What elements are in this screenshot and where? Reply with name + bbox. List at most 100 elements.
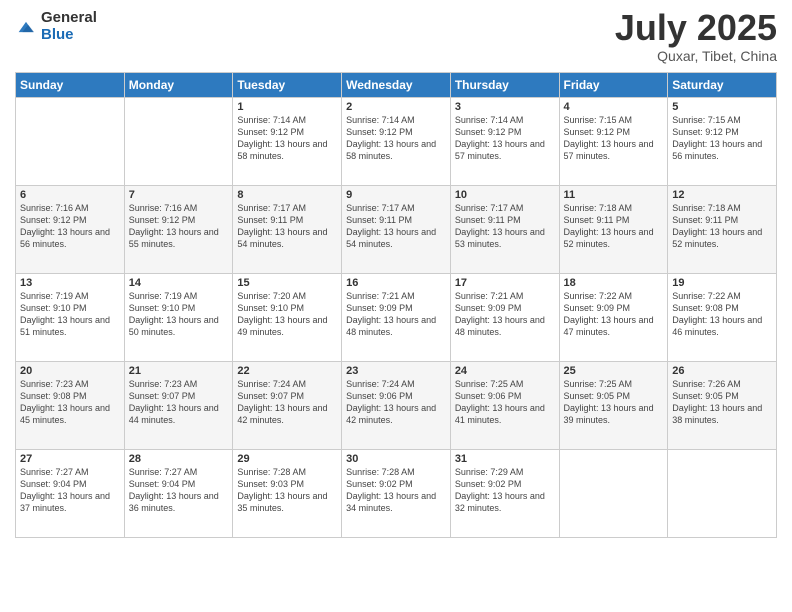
calendar-cell-w4-d6: 25Sunrise: 7:25 AM Sunset: 9:05 PM Dayli… — [559, 362, 668, 450]
day-number: 15 — [237, 277, 337, 289]
day-number: 7 — [129, 189, 229, 201]
day-number: 11 — [564, 189, 664, 201]
cell-info: Sunrise: 7:26 AM Sunset: 9:05 PM Dayligh… — [672, 378, 772, 427]
header-monday: Monday — [124, 73, 233, 98]
day-number: 8 — [237, 189, 337, 201]
cell-info: Sunrise: 7:21 AM Sunset: 9:09 PM Dayligh… — [455, 290, 555, 339]
header-thursday: Thursday — [450, 73, 559, 98]
header: General Blue July 2025 Quxar, Tibet, Chi… — [15, 10, 777, 64]
day-number: 27 — [20, 453, 120, 465]
day-number: 29 — [237, 453, 337, 465]
calendar-cell-w2-d6: 11Sunrise: 7:18 AM Sunset: 9:11 PM Dayli… — [559, 186, 668, 274]
cell-info: Sunrise: 7:17 AM Sunset: 9:11 PM Dayligh… — [237, 202, 337, 251]
logo-text: General Blue — [41, 10, 97, 43]
cell-info: Sunrise: 7:23 AM Sunset: 9:08 PM Dayligh… — [20, 378, 120, 427]
logo-blue: Blue — [41, 27, 97, 44]
day-number: 5 — [672, 101, 772, 113]
week-row-1: 1Sunrise: 7:14 AM Sunset: 9:12 PM Daylig… — [16, 98, 777, 186]
calendar-cell-w2-d3: 8Sunrise: 7:17 AM Sunset: 9:11 PM Daylig… — [233, 186, 342, 274]
day-number: 3 — [455, 101, 555, 113]
cell-info: Sunrise: 7:19 AM Sunset: 9:10 PM Dayligh… — [129, 290, 229, 339]
week-row-3: 13Sunrise: 7:19 AM Sunset: 9:10 PM Dayli… — [16, 274, 777, 362]
day-number: 10 — [455, 189, 555, 201]
weekday-header-row: Sunday Monday Tuesday Wednesday Thursday… — [16, 73, 777, 98]
cell-info: Sunrise: 7:14 AM Sunset: 9:12 PM Dayligh… — [455, 114, 555, 163]
calendar-cell-w2-d2: 7Sunrise: 7:16 AM Sunset: 9:12 PM Daylig… — [124, 186, 233, 274]
calendar-cell-w1-d3: 1Sunrise: 7:14 AM Sunset: 9:12 PM Daylig… — [233, 98, 342, 186]
day-number: 22 — [237, 365, 337, 377]
cell-info: Sunrise: 7:18 AM Sunset: 9:11 PM Dayligh… — [672, 202, 772, 251]
calendar-cell-w4-d3: 22Sunrise: 7:24 AM Sunset: 9:07 PM Dayli… — [233, 362, 342, 450]
day-number: 24 — [455, 365, 555, 377]
header-wednesday: Wednesday — [342, 73, 451, 98]
cell-info: Sunrise: 7:28 AM Sunset: 9:02 PM Dayligh… — [346, 466, 446, 515]
calendar-cell-w2-d4: 9Sunrise: 7:17 AM Sunset: 9:11 PM Daylig… — [342, 186, 451, 274]
day-number: 9 — [346, 189, 446, 201]
day-number: 26 — [672, 365, 772, 377]
calendar-cell-w3-d5: 17Sunrise: 7:21 AM Sunset: 9:09 PM Dayli… — [450, 274, 559, 362]
calendar-cell-w1-d4: 2Sunrise: 7:14 AM Sunset: 9:12 PM Daylig… — [342, 98, 451, 186]
calendar-cell-w5-d7 — [668, 450, 777, 538]
cell-info: Sunrise: 7:28 AM Sunset: 9:03 PM Dayligh… — [237, 466, 337, 515]
day-number: 18 — [564, 277, 664, 289]
calendar-cell-w5-d6 — [559, 450, 668, 538]
cell-info: Sunrise: 7:17 AM Sunset: 9:11 PM Dayligh… — [346, 202, 446, 251]
calendar-cell-w5-d2: 28Sunrise: 7:27 AM Sunset: 9:04 PM Dayli… — [124, 450, 233, 538]
cell-info: Sunrise: 7:29 AM Sunset: 9:02 PM Dayligh… — [455, 466, 555, 515]
cell-info: Sunrise: 7:24 AM Sunset: 9:06 PM Dayligh… — [346, 378, 446, 427]
day-number: 14 — [129, 277, 229, 289]
cell-info: Sunrise: 7:27 AM Sunset: 9:04 PM Dayligh… — [129, 466, 229, 515]
title-area: July 2025 Quxar, Tibet, China — [615, 10, 777, 64]
day-number: 31 — [455, 453, 555, 465]
calendar-page: General Blue July 2025 Quxar, Tibet, Chi… — [0, 0, 792, 612]
cell-info: Sunrise: 7:22 AM Sunset: 9:08 PM Dayligh… — [672, 290, 772, 339]
day-number: 2 — [346, 101, 446, 113]
logo-icon — [15, 16, 37, 38]
calendar-cell-w4-d4: 23Sunrise: 7:24 AM Sunset: 9:06 PM Dayli… — [342, 362, 451, 450]
logo-general: General — [41, 10, 97, 27]
cell-info: Sunrise: 7:15 AM Sunset: 9:12 PM Dayligh… — [564, 114, 664, 163]
calendar-cell-w1-d5: 3Sunrise: 7:14 AM Sunset: 9:12 PM Daylig… — [450, 98, 559, 186]
calendar-cell-w2-d1: 6Sunrise: 7:16 AM Sunset: 9:12 PM Daylig… — [16, 186, 125, 274]
calendar-cell-w1-d2 — [124, 98, 233, 186]
calendar-cell-w5-d1: 27Sunrise: 7:27 AM Sunset: 9:04 PM Dayli… — [16, 450, 125, 538]
calendar-cell-w4-d2: 21Sunrise: 7:23 AM Sunset: 9:07 PM Dayli… — [124, 362, 233, 450]
calendar-cell-w1-d7: 5Sunrise: 7:15 AM Sunset: 9:12 PM Daylig… — [668, 98, 777, 186]
calendar-cell-w2-d7: 12Sunrise: 7:18 AM Sunset: 9:11 PM Dayli… — [668, 186, 777, 274]
week-row-5: 27Sunrise: 7:27 AM Sunset: 9:04 PM Dayli… — [16, 450, 777, 538]
cell-info: Sunrise: 7:20 AM Sunset: 9:10 PM Dayligh… — [237, 290, 337, 339]
cell-info: Sunrise: 7:25 AM Sunset: 9:05 PM Dayligh… — [564, 378, 664, 427]
day-number: 13 — [20, 277, 120, 289]
header-tuesday: Tuesday — [233, 73, 342, 98]
cell-info: Sunrise: 7:25 AM Sunset: 9:06 PM Dayligh… — [455, 378, 555, 427]
cell-info: Sunrise: 7:15 AM Sunset: 9:12 PM Dayligh… — [672, 114, 772, 163]
day-number: 6 — [20, 189, 120, 201]
cell-info: Sunrise: 7:17 AM Sunset: 9:11 PM Dayligh… — [455, 202, 555, 251]
day-number: 21 — [129, 365, 229, 377]
calendar-cell-w3-d2: 14Sunrise: 7:19 AM Sunset: 9:10 PM Dayli… — [124, 274, 233, 362]
calendar-cell-w3-d7: 19Sunrise: 7:22 AM Sunset: 9:08 PM Dayli… — [668, 274, 777, 362]
cell-info: Sunrise: 7:23 AM Sunset: 9:07 PM Dayligh… — [129, 378, 229, 427]
cell-info: Sunrise: 7:14 AM Sunset: 9:12 PM Dayligh… — [237, 114, 337, 163]
calendar-cell-w3-d3: 15Sunrise: 7:20 AM Sunset: 9:10 PM Dayli… — [233, 274, 342, 362]
calendar-cell-w3-d6: 18Sunrise: 7:22 AM Sunset: 9:09 PM Dayli… — [559, 274, 668, 362]
calendar-cell-w4-d7: 26Sunrise: 7:26 AM Sunset: 9:05 PM Dayli… — [668, 362, 777, 450]
calendar-cell-w3-d1: 13Sunrise: 7:19 AM Sunset: 9:10 PM Dayli… — [16, 274, 125, 362]
day-number: 30 — [346, 453, 446, 465]
cell-info: Sunrise: 7:21 AM Sunset: 9:09 PM Dayligh… — [346, 290, 446, 339]
calendar-cell-w3-d4: 16Sunrise: 7:21 AM Sunset: 9:09 PM Dayli… — [342, 274, 451, 362]
cell-info: Sunrise: 7:24 AM Sunset: 9:07 PM Dayligh… — [237, 378, 337, 427]
cell-info: Sunrise: 7:27 AM Sunset: 9:04 PM Dayligh… — [20, 466, 120, 515]
day-number: 12 — [672, 189, 772, 201]
logo: General Blue — [15, 10, 97, 43]
day-number: 19 — [672, 277, 772, 289]
calendar-cell-w5-d4: 30Sunrise: 7:28 AM Sunset: 9:02 PM Dayli… — [342, 450, 451, 538]
calendar-cell-w1-d1 — [16, 98, 125, 186]
week-row-4: 20Sunrise: 7:23 AM Sunset: 9:08 PM Dayli… — [16, 362, 777, 450]
day-number: 25 — [564, 365, 664, 377]
week-row-2: 6Sunrise: 7:16 AM Sunset: 9:12 PM Daylig… — [16, 186, 777, 274]
day-number: 17 — [455, 277, 555, 289]
cell-info: Sunrise: 7:19 AM Sunset: 9:10 PM Dayligh… — [20, 290, 120, 339]
cell-info: Sunrise: 7:18 AM Sunset: 9:11 PM Dayligh… — [564, 202, 664, 251]
day-number: 23 — [346, 365, 446, 377]
